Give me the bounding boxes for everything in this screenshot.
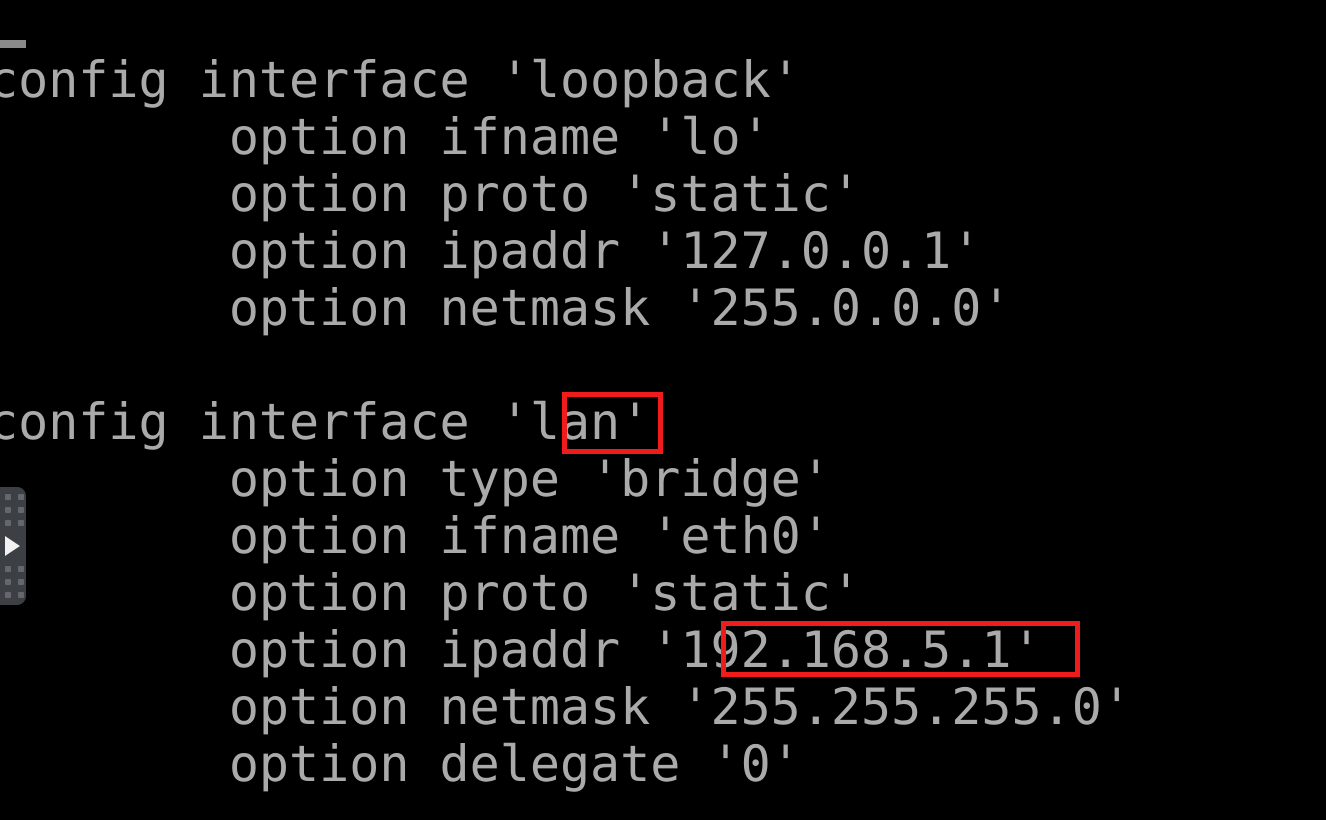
terminal-line: option proto 'static' xyxy=(0,165,861,223)
terminal-line: config interface 'loopback' xyxy=(0,51,801,109)
grip-dots-top-icon[interactable] xyxy=(2,494,26,526)
terminal-line: config interface 'lan' xyxy=(0,393,651,451)
drag-handle-play-widget[interactable] xyxy=(0,487,26,605)
terminal-line: option proto 'static' xyxy=(0,564,861,622)
terminal-line: option ifname 'lo' xyxy=(0,108,771,166)
play-icon[interactable] xyxy=(5,536,20,556)
terminal-line: option ipaddr '192.168.5.1' xyxy=(0,621,1042,679)
terminal-line: option netmask '255.255.255.0' xyxy=(0,678,1132,736)
terminal-line: option ipaddr '127.0.0.1' xyxy=(0,222,982,280)
terminal-line: option delegate '0' xyxy=(0,735,801,793)
terminal-output: config interface 'loopback' option ifnam… xyxy=(0,52,1326,793)
cursor-nub xyxy=(0,40,26,48)
terminal-screen: config interface 'loopback' option ifnam… xyxy=(0,0,1326,820)
grip-dots-bottom-icon[interactable] xyxy=(2,566,26,598)
terminal-line: option netmask '255.0.0.0' xyxy=(0,279,1012,337)
terminal-line: option type 'bridge' xyxy=(0,450,831,508)
terminal-line: option ifname 'eth0' xyxy=(0,507,831,565)
